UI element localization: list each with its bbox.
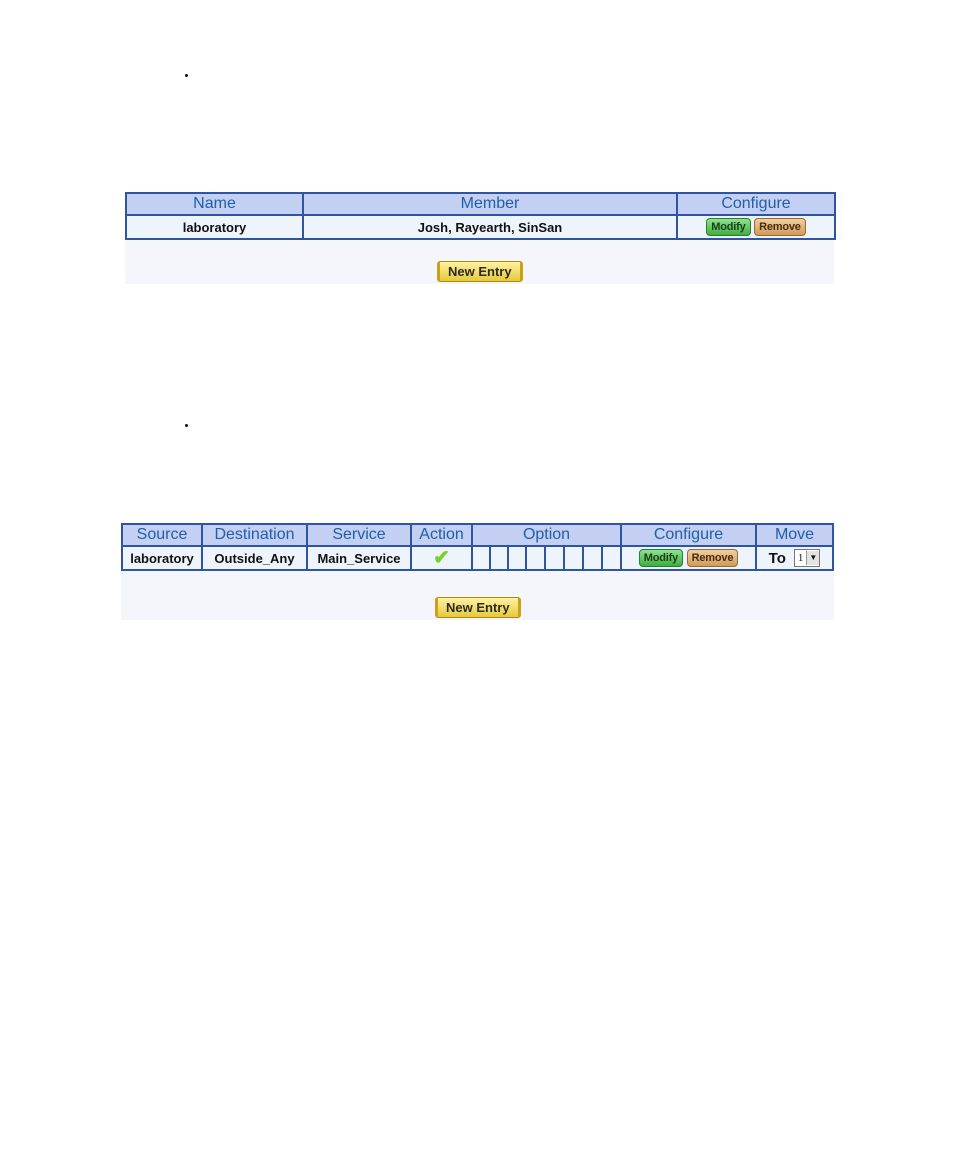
- bullet-marker: [185, 424, 188, 427]
- table-header-row: Source Destination Service Action Option…: [121, 523, 835, 547]
- destination-cell: Outside_Any: [201, 545, 308, 571]
- option-cell: [471, 545, 491, 571]
- option-cell: [489, 545, 509, 571]
- column-header-option: Option: [470, 523, 623, 547]
- option-cell: [507, 545, 527, 571]
- source-cell: laboratory: [121, 545, 203, 571]
- configure-cell: Modify Remove: [620, 545, 758, 571]
- configure-cell: Modify Remove: [676, 214, 836, 240]
- column-header-action: Action: [410, 523, 473, 547]
- column-header-service: Service: [306, 523, 412, 547]
- modify-button[interactable]: Modify: [638, 549, 684, 567]
- column-header-configure: Configure: [676, 192, 836, 216]
- column-header-name: Name: [125, 192, 304, 216]
- table-header-row: Name Member Configure: [125, 192, 836, 216]
- action-cell: ✔: [410, 545, 473, 571]
- remove-button[interactable]: Remove: [754, 218, 806, 236]
- column-header-configure: Configure: [620, 523, 758, 547]
- new-entry-button[interactable]: New Entry: [435, 597, 521, 618]
- option-cell: [600, 545, 623, 571]
- bullet-marker: [185, 74, 188, 77]
- move-position-select[interactable]: 1 ▼: [793, 549, 821, 567]
- group-table: Name Member Configure laboratory Josh, R…: [125, 192, 836, 240]
- group-name-cell: laboratory: [125, 214, 304, 240]
- move-to-label: To: [768, 549, 786, 567]
- policy-table: Source Destination Service Action Option…: [121, 523, 835, 571]
- option-cell: [582, 545, 603, 571]
- dropdown-arrow-icon[interactable]: ▼: [806, 551, 820, 565]
- column-header-move: Move: [755, 523, 835, 547]
- move-cell: To 1 ▼: [755, 545, 835, 571]
- option-cell: [563, 545, 584, 571]
- move-position-value: 1: [797, 552, 804, 564]
- column-header-source: Source: [121, 523, 203, 547]
- column-header-destination: Destination: [201, 523, 308, 547]
- modify-button[interactable]: Modify: [706, 218, 751, 236]
- table-row: laboratory Josh, Rayearth, SinSan Modify…: [125, 214, 836, 240]
- option-cell: [544, 545, 565, 571]
- checkmark-icon: ✔: [433, 547, 450, 569]
- group-member-cell: Josh, Rayearth, SinSan: [302, 214, 678, 240]
- column-header-member: Member: [302, 192, 678, 216]
- table-row: laboratory Outside_Any Main_Service ✔ Mo…: [121, 545, 835, 571]
- service-cell: Main_Service: [306, 545, 412, 571]
- option-cell: [525, 545, 546, 571]
- new-entry-button[interactable]: New Entry: [437, 261, 523, 282]
- remove-button[interactable]: Remove: [686, 549, 739, 567]
